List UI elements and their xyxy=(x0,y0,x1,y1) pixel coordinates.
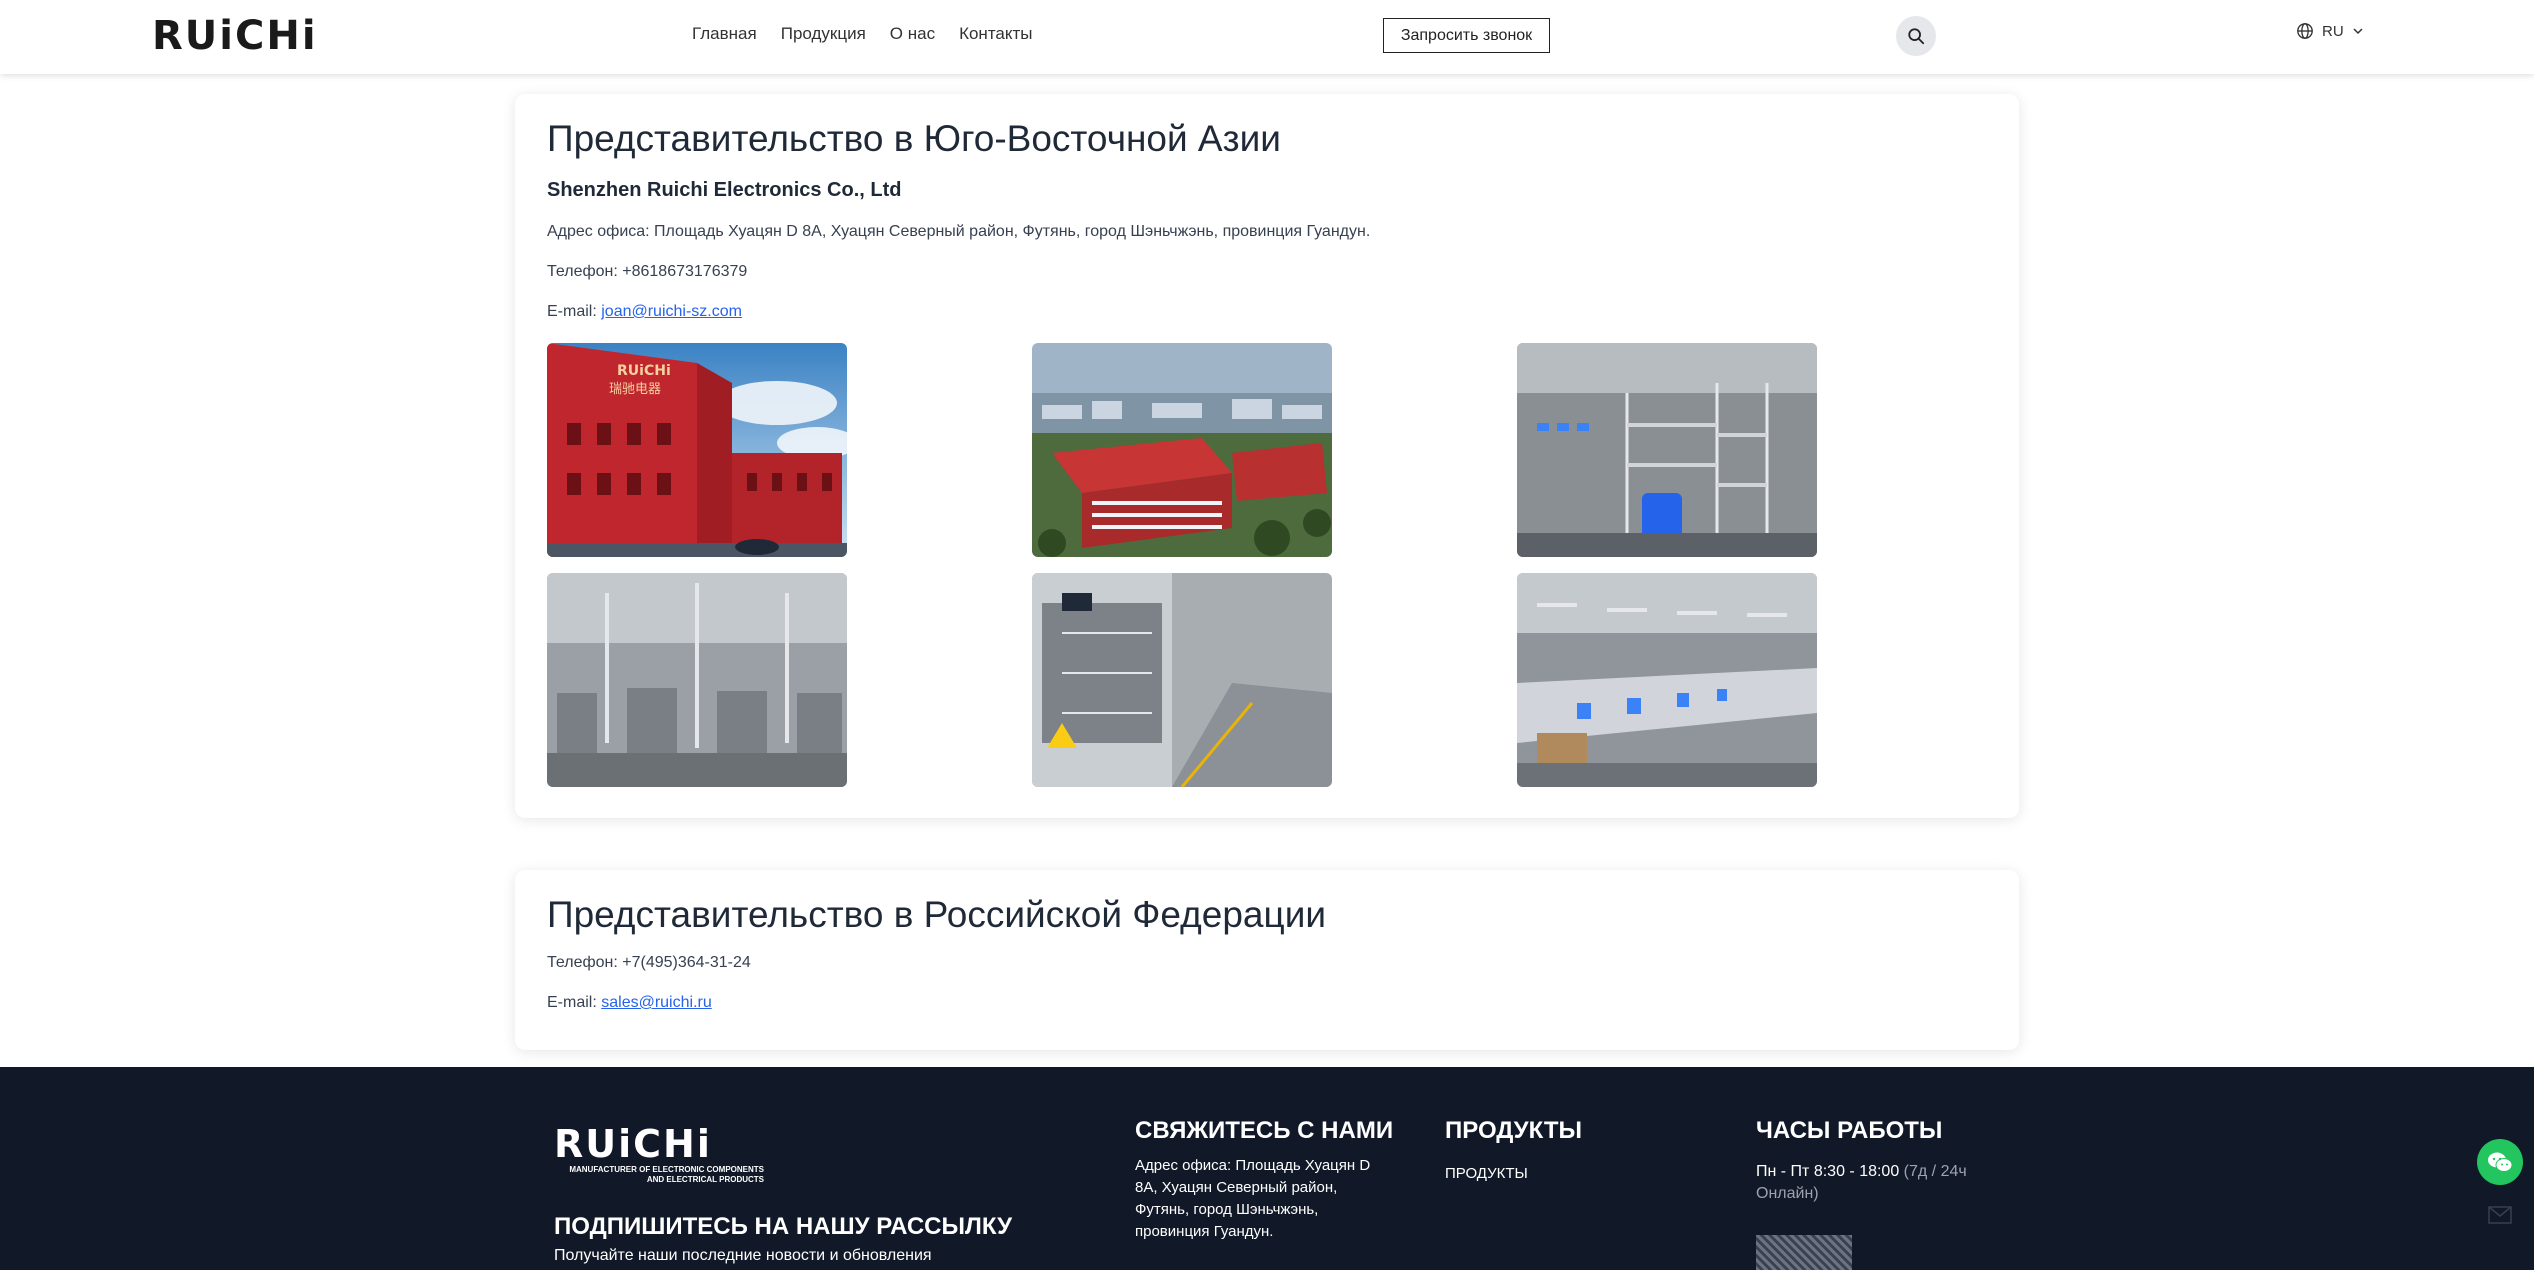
footer-logo-tagline: MANUFACTURER OF ELECTRONIC COMPONENTS AN… xyxy=(569,1165,764,1184)
asia-office-title: Представительство в Юго-Восточной Азии xyxy=(547,118,1281,159)
nav-about[interactable]: О нас xyxy=(890,22,935,46)
products-title: ПРОДУКТЫ xyxy=(1445,1117,1583,1144)
nav-home[interactable]: Главная xyxy=(692,22,757,46)
subscribe-title: ПОДПИШИТЕСЬ НА НАШУ РАССЫЛКУ xyxy=(554,1213,1013,1240)
russia-email-link[interactable]: sales@ruichi.ru xyxy=(601,994,712,1011)
russia-phone: Телефон: +7(495)364-31-24 xyxy=(547,954,751,971)
photo-factory-aerial[interactable] xyxy=(1032,343,1332,557)
qr-code xyxy=(1756,1235,1852,1270)
main-nav: Главная Продукция О нас Контакты xyxy=(692,22,1033,46)
language-label: RU xyxy=(2322,22,2344,40)
office-phone: Телефон: +8618673176379 xyxy=(547,263,748,280)
wechat-icon xyxy=(2488,1152,2513,1172)
footer-logo[interactable]: RUiCHi xyxy=(554,1125,712,1163)
photo-production-line[interactable] xyxy=(1032,573,1332,787)
nav-products[interactable]: Продукция xyxy=(781,22,866,46)
russia-email-line: E-mail: sales@ruichi.ru xyxy=(547,994,712,1012)
globe-icon xyxy=(2297,23,2313,39)
subscribe-text: Получайте наши последние новости и обнов… xyxy=(554,1247,932,1264)
footer-products-link[interactable]: ПРОДУКТЫ xyxy=(1445,1163,1528,1185)
photo-workshop-shelves[interactable] xyxy=(1517,343,1817,557)
working-hours: Пн - Пт 8:30 - 18:00 (7д / 24ч Онлайн) xyxy=(1756,1161,2006,1205)
photo-machine-hall[interactable] xyxy=(547,573,847,787)
site-footer: RUiCHi MANUFACTURER OF ELECTRONIC COMPON… xyxy=(0,1067,2534,1270)
email-label: E-mail: xyxy=(547,994,602,1011)
nav-contacts[interactable]: Контакты xyxy=(959,22,1032,46)
request-call-button[interactable]: Запросить звонок xyxy=(1383,18,1550,53)
mail-button[interactable] xyxy=(2488,1206,2512,1229)
email-label: E-mail: xyxy=(547,303,602,320)
office-address: Адрес офиса: Площадь Хуацян D 8A, Хуацян… xyxy=(547,223,1371,240)
wechat-button[interactable] xyxy=(2477,1139,2523,1185)
site-header: RUiCHi Главная Продукция О нас Контакты … xyxy=(0,0,2534,74)
site-logo[interactable]: RUiCHi xyxy=(152,16,318,56)
sign-text: RUiCHi xyxy=(617,363,671,379)
chevron-down-icon xyxy=(2353,28,2363,35)
photo-assembly-hall[interactable] xyxy=(1517,573,1817,787)
hours-title: ЧАСЫ РАБОТЫ xyxy=(1756,1117,1943,1144)
russia-office-title: Представительство в Российской Федерации xyxy=(547,894,1327,935)
asia-office-card: Представительство в Юго-Восточной Азии S… xyxy=(515,94,2019,818)
hours-text: Пн - Пт 8:30 - 18:00 xyxy=(1756,1163,1904,1180)
russia-office-card: Представительство в Российской Федерации… xyxy=(515,870,2019,1050)
search-icon xyxy=(1908,28,1925,45)
language-selector[interactable]: RU xyxy=(2296,22,2364,40)
contact-title: СВЯЖИТЕСЬ С НАМИ xyxy=(1135,1117,1394,1144)
footer-address: Адрес офиса: Площадь Хуацян D 8A, Хуацян… xyxy=(1135,1157,1371,1240)
photo-factory-building[interactable]: RUiCHi 瑞驰电器 xyxy=(547,343,847,557)
office-email-line: E-mail: joan@ruichi-sz.com xyxy=(547,303,742,321)
mail-icon xyxy=(2488,1206,2512,1224)
search-button[interactable] xyxy=(1896,16,1936,56)
company-name: Shenzhen Ruichi Electronics Co., Ltd xyxy=(547,179,902,201)
asia-email-link[interactable]: joan@ruichi-sz.com xyxy=(601,303,742,320)
sign-cn-text: 瑞驰电器 xyxy=(609,382,661,397)
